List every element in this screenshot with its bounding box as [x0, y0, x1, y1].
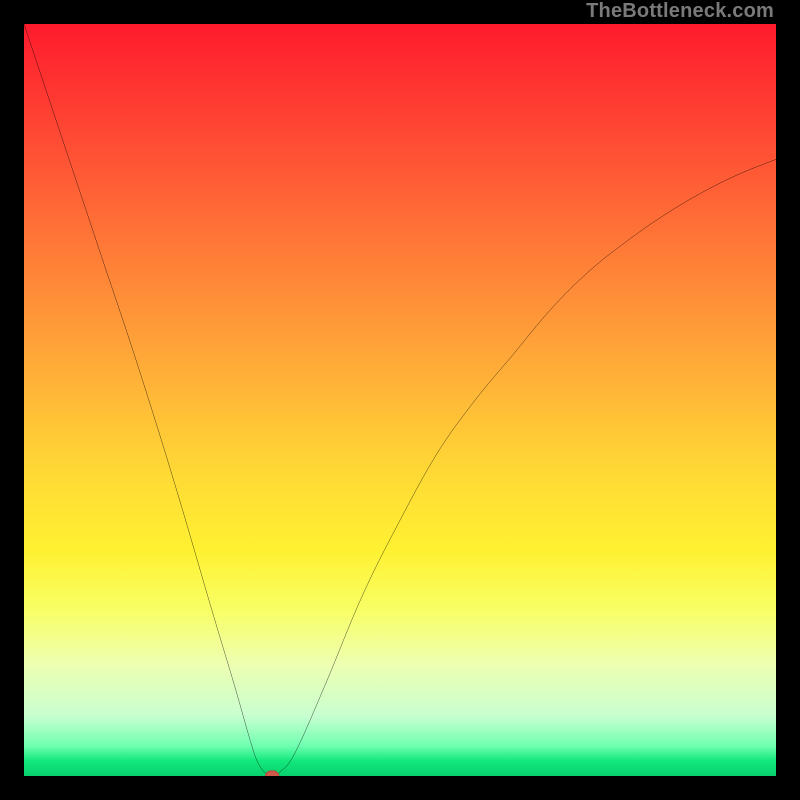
curve-svg: [24, 24, 776, 776]
chart-container: TheBottleneck.com: [0, 0, 800, 800]
plot-area: [24, 24, 776, 776]
watermark-text: TheBottleneck.com: [586, 0, 774, 23]
minimum-marker: [265, 771, 279, 776]
bottleneck-curve: [24, 24, 776, 776]
